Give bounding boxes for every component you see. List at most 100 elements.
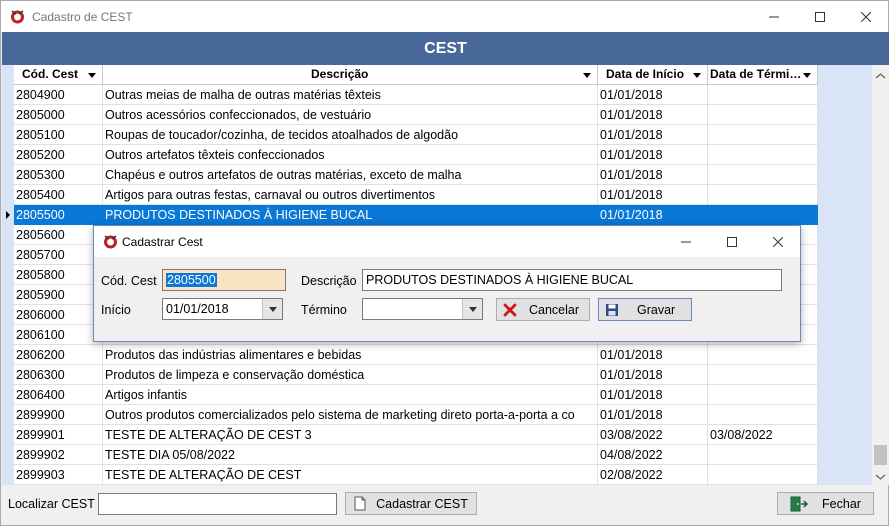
current-row-indicator-icon — [2, 205, 14, 225]
column-header-label: Data de Térmi… — [710, 67, 802, 81]
cod-cest-value: 2805500 — [166, 273, 217, 287]
table-cell: Artigos para outras festas, carnaval ou … — [103, 185, 598, 205]
column-header-data-inicio[interactable]: Data de Início — [598, 65, 708, 85]
table-cell: 2805600 — [14, 225, 103, 245]
maximize-button[interactable] — [797, 1, 843, 32]
minimize-icon — [681, 241, 691, 242]
document-icon — [354, 496, 366, 511]
descricao-field[interactable]: PRODUTOS DESTINADOS À HIGIENE BUCAL — [362, 269, 782, 291]
table-row[interactable]: 2806200 Produtos das indústrias alimentar… — [14, 345, 818, 365]
cancel-label: Cancelar — [529, 302, 580, 317]
table-cell: Outros acessórios confeccionados, de ves… — [103, 105, 598, 125]
table-cell: 01/01/2018 — [598, 125, 708, 145]
close-button[interactable]: Fechar — [777, 492, 874, 515]
search-input[interactable] — [98, 493, 337, 515]
table-cell: 2805100 — [14, 125, 103, 145]
column-header-label: Data de Início — [606, 67, 685, 81]
table-cell — [708, 125, 818, 145]
app-icon — [11, 10, 24, 24]
table-cell: TESTE DE ALTERAÇÃO DE CEST 3 — [103, 425, 598, 445]
table-row[interactable]: 2805200 Outros artefatos têxteis confecci… — [14, 145, 818, 165]
scroll-up-icon — [875, 73, 886, 79]
table-row[interactable]: 2899900 Outros produtos comercializados p… — [14, 405, 818, 425]
maximize-icon — [815, 11, 825, 22]
table-cell: 01/01/2018 — [598, 385, 708, 405]
close-label: Fechar — [822, 496, 861, 511]
table-cell: Roupas de toucador/cozinha, de tecidos a… — [103, 125, 598, 145]
cod-cest-field[interactable]: 2805500 — [162, 269, 286, 291]
floppy-disk-icon — [606, 303, 618, 316]
scrollbar-thumb[interactable] — [874, 445, 887, 465]
table-cell: 2804900 — [14, 85, 103, 105]
table-cell: 2806400 — [14, 385, 103, 405]
table-cell — [708, 365, 818, 385]
table-row[interactable]: 2805100 Roupas de toucador/cozinha, de te… — [14, 125, 818, 145]
table-row[interactable]: 2899902 TESTE DIA 05/08/2022 04/08/2022 — [14, 445, 818, 465]
table-row[interactable]: 2899903 TESTE DE ALTERAÇÃO DE CEST 02/08/2… — [14, 465, 818, 485]
vertical-scrollbar[interactable] — [872, 65, 889, 485]
dialog-minimize-button[interactable] — [663, 226, 709, 257]
table-cell: 02/08/2022 — [598, 465, 708, 485]
inicio-dropdown-button[interactable] — [262, 299, 282, 319]
table-row[interactable]: 2804900 Outras meias de malha de outras m… — [14, 85, 818, 105]
chevron-down-icon — [468, 306, 477, 312]
column-header-data-termino[interactable]: Data de Térmi… — [708, 65, 818, 85]
column-header-descricao[interactable]: Descrição — [103, 65, 598, 85]
table-cell: 2805300 — [14, 165, 103, 185]
cancel-button[interactable]: Cancelar — [496, 298, 590, 321]
table-cell: 2805700 — [14, 245, 103, 265]
dialog-close-button[interactable] — [755, 226, 801, 257]
termino-date-picker[interactable] — [362, 298, 483, 320]
table-cell — [708, 205, 818, 225]
table-cell — [708, 405, 818, 425]
main-window: Cadastro de CEST CEST Cód. Cest Descriçã… — [0, 0, 889, 526]
table-cell: 2806100 — [14, 325, 103, 345]
save-label: Gravar — [637, 302, 676, 317]
search-label: Localizar CEST — [8, 497, 95, 511]
dialog-maximize-button[interactable] — [709, 226, 755, 257]
table-row[interactable]: 2806300 Produtos de limpeza e conservação… — [14, 365, 818, 385]
table-cell: 2805200 — [14, 145, 103, 165]
table-cell: TESTE DIA 05/08/2022 — [103, 445, 598, 465]
table-cell: 2806300 — [14, 365, 103, 385]
dropdown-arrow-icon — [693, 73, 701, 78]
table-cell — [708, 465, 818, 485]
table-cell — [708, 105, 818, 125]
inicio-label: Início — [101, 303, 131, 317]
exit-door-icon — [790, 496, 809, 511]
table-row[interactable]: 2899901 TESTE DE ALTERAÇÃO DE CEST 3 03/08… — [14, 425, 818, 445]
table-cell: 01/01/2018 — [598, 165, 708, 185]
chevron-down-icon — [268, 306, 277, 312]
table-cell — [708, 165, 818, 185]
column-header-cod[interactable]: Cód. Cest — [14, 65, 103, 85]
maximize-icon — [727, 236, 737, 247]
table-row[interactable]: 2805400 Artigos para outras festas, carna… — [14, 185, 818, 205]
inicio-value: 01/01/2018 — [166, 302, 229, 316]
table-cell: 2806200 — [14, 345, 103, 365]
table-cell: 2899900 — [14, 405, 103, 425]
table-cell: 2899902 — [14, 445, 103, 465]
termino-dropdown-button[interactable] — [462, 299, 482, 319]
table-cell — [708, 345, 818, 365]
save-button[interactable]: Gravar — [598, 298, 692, 321]
table-cell: Chapéus e outros artefatos de outras mat… — [103, 165, 598, 185]
table-row[interactable]: 2805000 Outros acessórios confeccionados,… — [14, 105, 818, 125]
inicio-date-picker[interactable]: 01/01/2018 — [162, 298, 283, 320]
table-cell: 2805400 — [14, 185, 103, 205]
table-cell: Outras meias de malha de outras matérias… — [103, 85, 598, 105]
add-cest-label: Cadastrar CEST — [376, 496, 468, 511]
close-window-button[interactable] — [843, 1, 889, 32]
close-icon — [861, 11, 871, 22]
table-row[interactable]: 2805300 Chapéus e outros artefatos de out… — [14, 165, 818, 185]
dropdown-arrow-icon — [803, 73, 811, 78]
table-row[interactable]: 2805500 PRODUTOS DESTINADOS À HIGIENE BUC… — [14, 205, 818, 225]
table-cell: 01/01/2018 — [598, 345, 708, 365]
table-cell — [708, 85, 818, 105]
table-cell: 01/01/2018 — [598, 185, 708, 205]
table-cell: Produtos de limpeza e conservação domést… — [103, 365, 598, 385]
minimize-button[interactable] — [751, 1, 797, 32]
add-cest-button[interactable]: Cadastrar CEST — [345, 492, 477, 515]
table-cell: 01/01/2018 — [598, 205, 708, 225]
table-row[interactable]: 2806400 Artigos infantis 01/01/2018 — [14, 385, 818, 405]
table-cell: 2899903 — [14, 465, 103, 485]
